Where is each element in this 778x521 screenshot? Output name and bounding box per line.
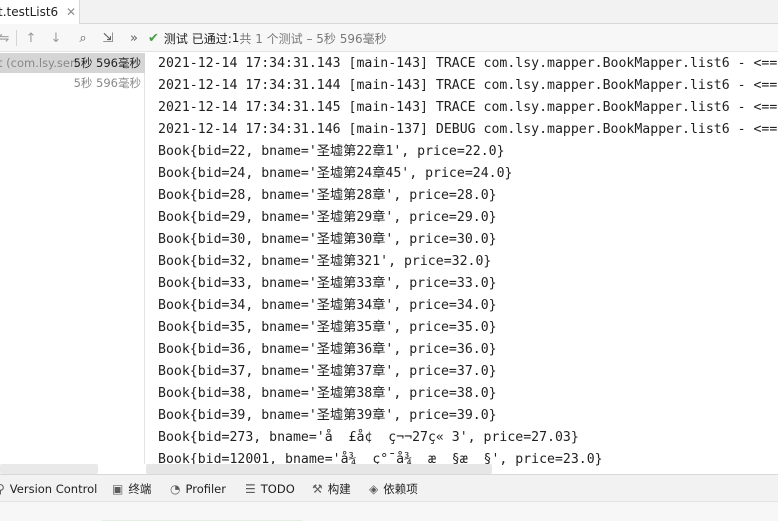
export-icon[interactable]: ⇲: [98, 28, 118, 48]
profiler-icon: ◔: [170, 482, 181, 496]
tool-label: 构建: [327, 482, 351, 496]
console-output[interactable]: 2021-12-14 17:34:31.143 [main-143] TRACE…: [146, 53, 778, 474]
tool-label: Profiler: [185, 482, 226, 496]
terminal-icon: ▣: [112, 482, 124, 496]
tab-label: t.testList6: [0, 5, 59, 19]
status-detail: 共 1 个测试 – 5秒 596毫秒: [239, 31, 387, 46]
console-line: 2021-12-14 17:34:31.146 [main-137] DEBUG…: [158, 122, 778, 137]
toolbar-separator: [16, 30, 17, 46]
status-main: 测试 已通过:: [163, 31, 232, 46]
console-line: Book{bid=29, bname='圣墟第29章', price=29.0}: [158, 210, 497, 225]
console-line: Book{bid=32, bname='圣墟第321', price=32.0}: [158, 254, 492, 269]
check-icon: ✔: [148, 30, 159, 46]
tool-build[interactable]: ⚒ 构建: [312, 480, 351, 498]
todo-icon: ☰: [245, 482, 256, 496]
console-line: Book{bid=22, bname='圣墟第22章1', price=22.0…: [158, 144, 505, 159]
console-line: Book{bid=28, bname='圣墟第28章', price=28.0}: [158, 188, 497, 203]
test-runner-toolbar: ⇋ ↑ ↓ ⌕ ⇲ » ✔ 测试 已通过: 1 共 1 个测试 – 5秒 596…: [0, 24, 778, 52]
tree-item-time: 5秒 596毫秒: [73, 76, 141, 90]
test-tree: t (com.lsy.sen 5秒 596毫秒 5秒 596毫秒: [0, 53, 145, 474]
console-line: Book{bid=24, bname='圣墟第24章45', price=24.…: [158, 166, 513, 181]
console-line: Book{bid=30, bname='圣墟第30章', price=30.0}: [158, 232, 497, 247]
console-line: 2021-12-14 17:34:31.144 [main-143] TRACE…: [158, 78, 778, 93]
console-horizontal-scrollbar[interactable]: [146, 464, 492, 474]
find-icon[interactable]: ⌕: [73, 28, 93, 48]
console-line: Book{bid=35, bname='圣墟第35章', price=35.0}: [158, 320, 497, 335]
console-line: 2021-12-14 17:34:31.143 [main-143] TRACE…: [158, 56, 778, 71]
tool-label: Version Control: [9, 482, 98, 496]
dependencies-icon: ◈: [369, 482, 379, 496]
status-count: 1: [231, 31, 240, 45]
build-icon: ⚒: [312, 482, 323, 496]
tree-item-name: t (com.lsy.sen: [0, 56, 78, 70]
tool-dependencies[interactable]: ◈ 依赖项: [369, 480, 418, 498]
console-line: 2021-12-14 17:34:31.145 [main-143] TRACE…: [158, 100, 778, 115]
close-icon[interactable]: ✕: [64, 5, 78, 19]
status-bar: [0, 501, 778, 521]
console-line: Book{bid=39, bname='圣墟第39章', price=39.0}: [158, 408, 497, 423]
tool-label: TODO: [260, 482, 295, 496]
editor-tab-bar: t.testList6 ✕: [0, 0, 778, 24]
test-status: ✔ 测试 已通过: 1 共 1 个测试 – 5秒 596毫秒: [148, 30, 387, 46]
console-line: Book{bid=33, bname='圣墟第33章', price=33.0}: [158, 276, 497, 291]
tree-item-test-method[interactable]: 5秒 596毫秒: [0, 73, 145, 93]
previous-icon[interactable]: ↑: [21, 28, 41, 48]
tool-profiler[interactable]: ◔ Profiler: [170, 480, 226, 498]
version-control-icon: ⚲: [0, 482, 5, 496]
console-line: Book{bid=38, bname='圣墟第38章', price=38.0}: [158, 386, 497, 401]
console-line: Book{bid=36, bname='圣墟第36章', price=36.0}: [158, 342, 497, 357]
tree-horizontal-scrollbar[interactable]: [0, 464, 98, 474]
next-icon[interactable]: ↓: [46, 28, 66, 48]
tool-window-bar: ⚲ Version Control ▣ 终端 ◔ Profiler ☰ TODO…: [0, 474, 778, 501]
tree-item-time: 5秒 596毫秒: [73, 56, 141, 70]
tool-label: 依赖项: [383, 482, 418, 496]
console-line: Book{bid=37, bname='圣墟第37章', price=37.0}: [158, 364, 497, 379]
tool-terminal[interactable]: ▣ 终端: [112, 480, 151, 498]
tree-item-test-class[interactable]: t (com.lsy.sen 5秒 596毫秒: [0, 53, 145, 73]
tab-testlist6[interactable]: t.testList6 ✕: [0, 0, 80, 24]
rerun-icon[interactable]: ⇋: [0, 28, 14, 48]
tool-todo[interactable]: ☰ TODO: [245, 480, 295, 498]
tool-version-control[interactable]: ⚲ Version Control: [0, 480, 97, 498]
console-line: Book{bid=273, bname='å £å¢ ç¬¬27ç« 3', p…: [158, 430, 579, 445]
console-line: Book{bid=34, bname='圣墟第34章', price=34.0}: [158, 298, 497, 313]
tool-label: 终端: [128, 482, 152, 496]
more-icon[interactable]: »: [124, 28, 144, 48]
